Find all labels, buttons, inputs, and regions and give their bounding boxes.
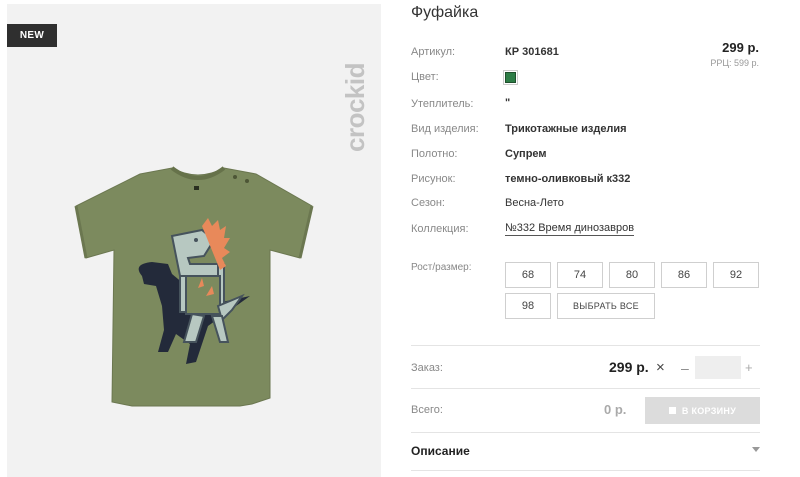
order-label: Заказ: — [411, 362, 443, 374]
chevron-down-icon[interactable] — [752, 447, 760, 452]
total-divider — [411, 388, 760, 389]
fabric-label: Полотно: — [411, 148, 458, 160]
collection-label: Коллекция: — [411, 223, 469, 235]
insulation-label: Утеплитель: — [411, 98, 474, 110]
collection-link[interactable]: №332 Время динозавров — [505, 222, 635, 236]
description-title[interactable]: Описание — [411, 444, 470, 458]
product-title: Фуфайка — [411, 4, 479, 21]
season-value: Весна-Лето — [505, 197, 564, 209]
size-option-80[interactable]: 80 — [609, 262, 655, 288]
brand-logo: crockid — [340, 18, 370, 152]
color-swatch[interactable] — [503, 70, 518, 85]
fabric-value: Супрем — [505, 148, 547, 160]
add-to-cart-label: В КОРЗИНУ — [681, 405, 737, 416]
quantity-input[interactable] — [695, 356, 741, 379]
cart-icon — [668, 407, 676, 414]
total-value: 0 р. — [604, 402, 627, 417]
select-all-sizes-button[interactable]: ВЫБРАТЬ ВСЕ — [557, 293, 655, 319]
increase-quantity-button[interactable]: + — [745, 360, 753, 376]
times-icon: × — [656, 359, 665, 376]
type-value: Трикотажные изделия — [505, 123, 627, 135]
season-label: Сезон: — [411, 197, 445, 209]
pattern-value: темно-оливковый к332 — [505, 173, 631, 185]
type-label: Вид изделия: — [411, 123, 479, 135]
size-option-86[interactable]: 86 — [661, 262, 707, 288]
brand-logo-text: crockid — [340, 63, 370, 152]
size-option-92[interactable]: 92 — [713, 262, 759, 288]
sku-value: КР 301681 — [505, 46, 559, 58]
new-badge: NEW — [7, 24, 57, 47]
description-divider — [411, 432, 760, 433]
decrease-quantity-button[interactable]: – — [681, 360, 689, 376]
sku-label: Артикул: — [411, 46, 456, 58]
size-option-68[interactable]: 68 — [505, 262, 551, 288]
color-label: Цвет: — [411, 71, 439, 83]
order-price: 299 р. — [609, 359, 649, 375]
order-divider — [411, 345, 760, 346]
size-option-98[interactable]: 98 — [505, 293, 551, 319]
tshirt-image — [74, 166, 314, 407]
recommended-price: РРЦ: 599 р. — [710, 58, 759, 68]
insulation-value: " — [505, 97, 511, 109]
size-label: Рост/размер: — [411, 262, 472, 273]
product-price: 299 р. — [722, 40, 759, 55]
total-label: Всего: — [411, 404, 443, 416]
bottom-divider — [411, 470, 760, 471]
add-to-cart-button[interactable]: В КОРЗИНУ — [645, 397, 760, 424]
product-image-panel[interactable]: NEW crockid — [7, 4, 381, 477]
pattern-label: Рисунок: — [411, 173, 456, 185]
size-option-74[interactable]: 74 — [557, 262, 603, 288]
